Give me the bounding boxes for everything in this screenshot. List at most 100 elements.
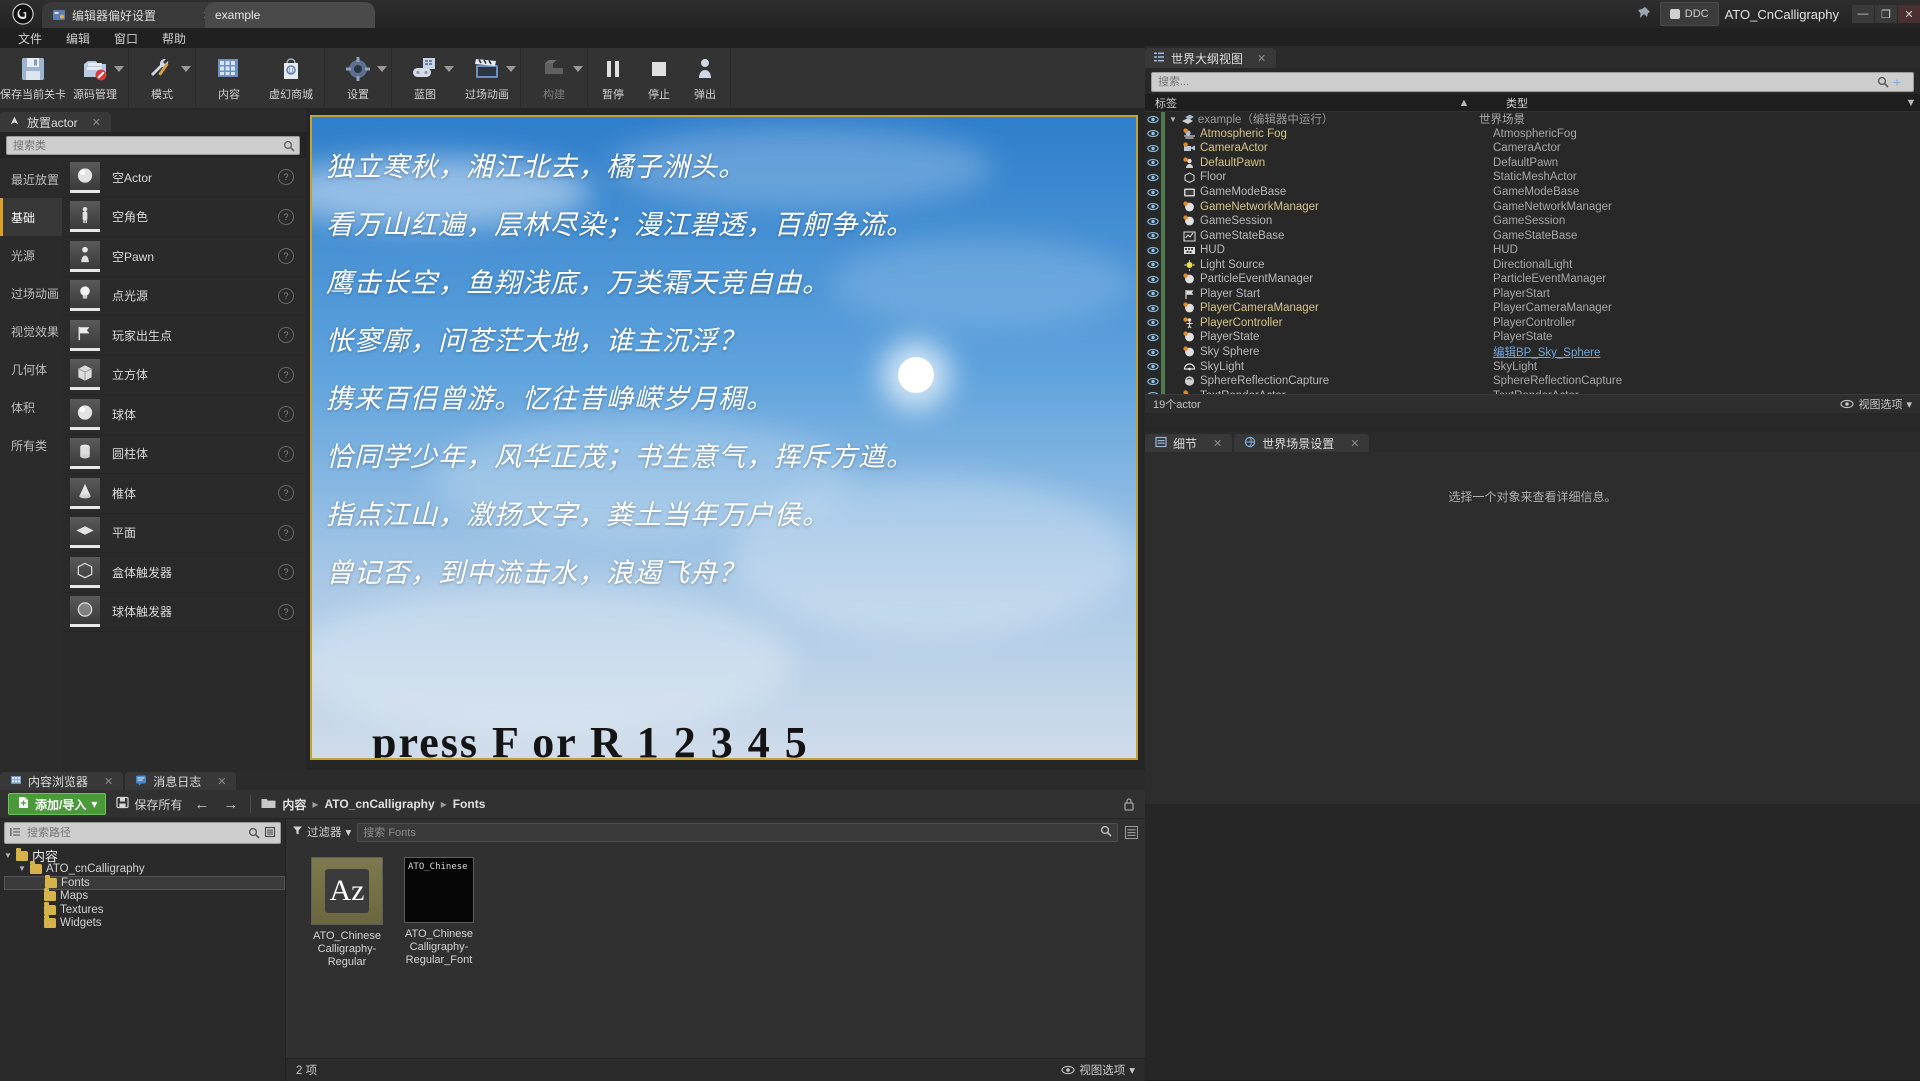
window-close-button[interactable]: ✕	[1898, 5, 1920, 23]
content-button[interactable]: 内容	[198, 48, 260, 108]
help-icon[interactable]: ?	[278, 406, 294, 422]
chevron-down-icon[interactable]	[377, 66, 387, 72]
expand-triangle-icon[interactable]: ▼	[4, 851, 12, 860]
help-icon[interactable]: ?	[278, 485, 294, 501]
eject-button[interactable]: 弹出	[682, 48, 728, 108]
place-actor-item[interactable]: 空Pawn?	[62, 237, 306, 277]
category-recently-placed[interactable]: 最近放置	[0, 160, 62, 198]
folder-tree-node[interactable]: Widgets	[4, 916, 285, 929]
place-actor-item[interactable]: 空Actor?	[62, 158, 306, 198]
folder-tree-node[interactable]: ▼ATO_cnCalligraphy	[4, 862, 285, 875]
category-all-classes[interactable]: 所有类	[0, 426, 62, 464]
visibility-toggle-icon[interactable]	[1145, 318, 1161, 327]
visibility-toggle-icon[interactable]	[1145, 304, 1161, 313]
breadcrumb-item-fonts[interactable]: Fonts	[453, 797, 486, 811]
outliner-view-options-button[interactable]: 视图选项 ▾	[1840, 396, 1912, 412]
outliner-row[interactable]: PlayerControllerPlayerController	[1145, 316, 1920, 331]
visibility-toggle-icon[interactable]	[1145, 115, 1161, 124]
expand-triangle-icon[interactable]: ▼	[18, 864, 26, 873]
outliner-row[interactable]: Atmospheric FogAtmosphericFog	[1145, 127, 1920, 142]
column-type[interactable]: 类型	[1497, 95, 1902, 111]
visibility-toggle-icon[interactable]	[1145, 129, 1161, 138]
outliner-row-type[interactable]: 编辑BP_Sky_Sphere	[1493, 344, 1920, 360]
breadcrumb-item-content[interactable]: 内容	[282, 796, 306, 813]
place-actor-item[interactable]: 盒体触发器?	[62, 553, 306, 593]
outliner-row[interactable]: CameraActorCameraActor	[1145, 141, 1920, 156]
outliner-row[interactable]: Sky Sphere编辑BP_Sky_Sphere	[1145, 345, 1920, 360]
forward-button[interactable]: →	[221, 796, 240, 813]
close-icon[interactable]: ✕	[217, 775, 226, 788]
place-actor-item[interactable]: 平面?	[62, 514, 306, 554]
outliner-row[interactable]: ▼example（编辑器中运行）世界场景	[1145, 112, 1920, 127]
visibility-toggle-icon[interactable]	[1145, 144, 1161, 153]
close-icon[interactable]: ✕	[1213, 437, 1222, 450]
lock-icon[interactable]	[1121, 796, 1137, 812]
expand-triangle-icon[interactable]: ▼	[1169, 115, 1177, 124]
category-volumes[interactable]: 体积	[0, 388, 62, 426]
place-actor-item[interactable]: 椎体?	[62, 474, 306, 514]
asset-tile[interactable]: AzATO_Chinese Calligraphy-Regular	[308, 857, 386, 1058]
minimize-button[interactable]: —	[1852, 5, 1874, 23]
help-icon[interactable]: ?	[278, 288, 294, 304]
sort-ascending-icon[interactable]: ▲	[1431, 97, 1497, 109]
outliner-row[interactable]: HUDHUD	[1145, 243, 1920, 258]
outliner-row[interactable]: GameNetworkManagerGameNetworkManager	[1145, 199, 1920, 214]
place-actor-item[interactable]: 立方体?	[62, 356, 306, 396]
outliner-row[interactable]: AaTextRenderActorTextRenderActor	[1145, 388, 1920, 394]
level-viewport[interactable]: 独立寒秋，湘江北去，橘子洲头。看万山红遍，层林尽染；漫江碧透，百舸争流。鹰击长空…	[310, 115, 1138, 760]
ddc-status-button[interactable]: DDC	[1660, 2, 1719, 26]
menu-item-window[interactable]: 窗口	[104, 28, 148, 49]
outliner-row[interactable]: Light SourceDirectionalLight	[1145, 257, 1920, 272]
outliner-row[interactable]: PlayerCameraManagerPlayerCameraManager	[1145, 301, 1920, 316]
visibility-toggle-icon[interactable]	[1145, 275, 1161, 284]
place-actor-item[interactable]: 空角色?	[62, 198, 306, 238]
source-control-button[interactable]: 源码管理	[64, 48, 126, 108]
marketplace-button[interactable]: U 虚幻商城	[260, 48, 322, 108]
close-icon[interactable]: ✕	[1257, 52, 1266, 65]
place-actor-item[interactable]: 球体触发器?	[62, 593, 306, 633]
outliner-row[interactable]: ParticleEventManagerParticleEventManager	[1145, 272, 1920, 287]
path-search-input[interactable]	[25, 826, 248, 840]
visibility-toggle-icon[interactable]	[1145, 158, 1161, 167]
visibility-toggle-icon[interactable]	[1145, 333, 1161, 342]
blueprints-button[interactable]: 蓝图	[394, 48, 456, 108]
outliner-row[interactable]: Player StartPlayerStart	[1145, 287, 1920, 302]
back-button[interactable]: ←	[192, 796, 211, 813]
category-cinematic[interactable]: 过场动画	[0, 274, 62, 312]
outliner-row[interactable]: DefaultPawnDefaultPawn	[1145, 156, 1920, 171]
save-all-button[interactable]: 保存所有	[116, 796, 182, 813]
chevron-down-icon[interactable]	[444, 66, 454, 72]
search-icon[interactable]	[283, 140, 295, 152]
view-grid-icon[interactable]	[1124, 825, 1139, 840]
column-label[interactable]: 标签	[1145, 95, 1431, 111]
window-tab-editor-preferences[interactable]: 编辑器偏好设置 ✕	[42, 2, 222, 28]
tab-place-actor[interactable]: 放置actor ✕	[0, 112, 111, 132]
list-view-icon[interactable]	[264, 826, 276, 841]
asset-view-options-button[interactable]: 视图选项 ▾	[1061, 1062, 1135, 1078]
maximize-button[interactable]: ❐	[1875, 5, 1897, 23]
folder-tree-node[interactable]: ▼内容	[4, 849, 285, 862]
help-icon[interactable]: ?	[278, 446, 294, 462]
place-actor-item[interactable]: 球体?	[62, 395, 306, 435]
outliner-row[interactable]: GameSessionGameSession	[1145, 214, 1920, 229]
chevron-down-icon[interactable]	[114, 66, 124, 72]
close-icon[interactable]: ✕	[92, 116, 101, 129]
tab-message-log[interactable]: 消息日志 ✕	[125, 772, 236, 790]
search-icon[interactable]	[248, 827, 260, 839]
place-actor-item[interactable]: 玩家出生点?	[62, 316, 306, 356]
help-icon[interactable]: ?	[278, 564, 294, 580]
visibility-toggle-icon[interactable]	[1145, 362, 1161, 371]
window-tab-example[interactable]: example	[205, 2, 375, 28]
stop-button[interactable]: 停止	[636, 48, 682, 108]
visibility-toggle-icon[interactable]	[1145, 391, 1161, 394]
outliner-row[interactable]: PlayerStatePlayerState	[1145, 330, 1920, 345]
visibility-toggle-icon[interactable]	[1145, 348, 1161, 357]
search-icon[interactable]	[1877, 76, 1889, 88]
search-input[interactable]	[1156, 75, 1877, 89]
outliner-search-row[interactable]: +	[1151, 72, 1914, 92]
visibility-toggle-icon[interactable]	[1145, 231, 1161, 240]
category-geometry[interactable]: 几何体	[0, 350, 62, 388]
help-icon[interactable]: ?	[278, 209, 294, 225]
help-icon[interactable]: ?	[278, 248, 294, 264]
menu-item-help[interactable]: 帮助	[152, 28, 196, 49]
